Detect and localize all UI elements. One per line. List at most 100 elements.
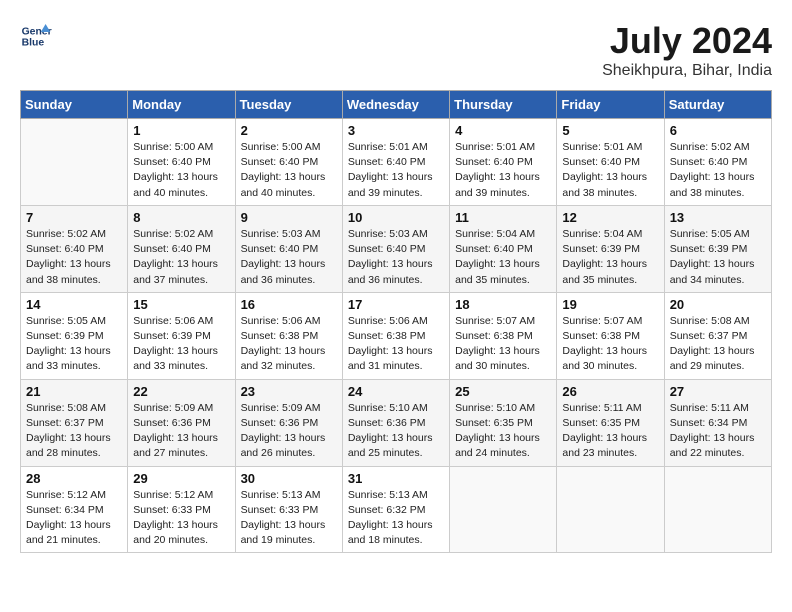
day-cell: 30 Sunrise: 5:13 AMSunset: 6:33 PMDayligh… <box>235 466 342 553</box>
day-cell: 5Sunrise: 5:01 AMSunset: 6:40 PMDaylight… <box>557 119 664 206</box>
day-number: 22 <box>133 384 229 399</box>
cell-details: Sunrise: 5:02 AMSunset: 6:40 PMDaylight:… <box>26 227 122 288</box>
day-number: 27 <box>670 384 766 399</box>
day-number: 17 <box>348 297 444 312</box>
col-header-saturday: Saturday <box>664 91 771 119</box>
day-cell: 2 Sunrise: 5:00 AMSunset: 6:40 PMDaylight… <box>235 119 342 206</box>
day-number: 1 <box>133 123 229 138</box>
day-cell: 11 Sunrise: 5:04 AMSunset: 6:40 PMDayligh… <box>450 205 557 292</box>
day-number: 8 <box>133 210 229 225</box>
day-cell <box>664 466 771 553</box>
cell-details: Sunrise: 5:05 AMSunset: 6:39 PMDaylight:… <box>26 314 122 375</box>
svg-text:Blue: Blue <box>22 38 45 49</box>
cell-details: Sunrise: 5:08 AMSunset: 6:37 PMDaylight:… <box>26 401 122 462</box>
day-cell: 24Sunrise: 5:10 AMSunset: 6:36 PMDayligh… <box>342 379 449 466</box>
day-cell: 27 Sunrise: 5:11 AMSunset: 6:34 PMDayligh… <box>664 379 771 466</box>
logo: General Blue <box>20 20 52 52</box>
cell-details: Sunrise: 5:13 AMSunset: 6:32 PMDaylight:… <box>348 488 444 549</box>
cell-details: Sunrise: 5:01 AMSunset: 6:40 PMDaylight:… <box>562 140 658 201</box>
cell-details: Sunrise: 5:03 AMSunset: 6:40 PMDaylight:… <box>241 227 337 288</box>
day-cell: 13 Sunrise: 5:05 AMSunset: 6:39 PMDayligh… <box>664 205 771 292</box>
day-number: 23 <box>241 384 337 399</box>
day-cell: 19 Sunrise: 5:07 AMSunset: 6:38 PMDayligh… <box>557 292 664 379</box>
cell-details: Sunrise: 5:07 AMSunset: 6:38 PMDaylight:… <box>562 314 658 375</box>
day-cell: 1 Sunrise: 5:00 AMSunset: 6:40 PMDaylight… <box>128 119 235 206</box>
day-cell <box>21 119 128 206</box>
col-header-wednesday: Wednesday <box>342 91 449 119</box>
day-number: 15 <box>133 297 229 312</box>
day-number: 7 <box>26 210 122 225</box>
day-number: 6 <box>670 123 766 138</box>
day-number: 11 <box>455 210 551 225</box>
col-header-thursday: Thursday <box>450 91 557 119</box>
day-cell: 18 Sunrise: 5:07 AMSunset: 6:38 PMDayligh… <box>450 292 557 379</box>
cell-details: Sunrise: 5:00 AMSunset: 6:40 PMDaylight:… <box>241 140 337 201</box>
cell-details: Sunrise: 5:02 AMSunset: 6:40 PMDaylight:… <box>670 140 766 201</box>
cell-details: Sunrise: 5:08 AMSunset: 6:37 PMDaylight:… <box>670 314 766 375</box>
day-number: 26 <box>562 384 658 399</box>
day-cell: 22 Sunrise: 5:09 AMSunset: 6:36 PMDayligh… <box>128 379 235 466</box>
header-row: SundayMondayTuesdayWednesdayThursdayFrid… <box>21 91 772 119</box>
day-cell: 12 Sunrise: 5:04 AMSunset: 6:39 PMDayligh… <box>557 205 664 292</box>
day-cell: 28Sunrise: 5:12 AMSunset: 6:34 PMDayligh… <box>21 466 128 553</box>
day-cell: 20 Sunrise: 5:08 AMSunset: 6:37 PMDayligh… <box>664 292 771 379</box>
day-number: 30 <box>241 471 337 486</box>
day-number: 24 <box>348 384 444 399</box>
cell-details: Sunrise: 5:03 AMSunset: 6:40 PMDaylight:… <box>348 227 444 288</box>
week-row-2: 7 Sunrise: 5:02 AMSunset: 6:40 PMDaylight… <box>21 205 772 292</box>
cell-details: Sunrise: 5:06 AMSunset: 6:38 PMDaylight:… <box>348 314 444 375</box>
cell-details: Sunrise: 5:11 AMSunset: 6:35 PMDaylight:… <box>562 401 658 462</box>
day-cell: 25Sunrise: 5:10 AMSunset: 6:35 PMDayligh… <box>450 379 557 466</box>
cell-details: Sunrise: 5:04 AMSunset: 6:39 PMDaylight:… <box>562 227 658 288</box>
day-number: 21 <box>26 384 122 399</box>
day-number: 10 <box>348 210 444 225</box>
month-title: July 2024 <box>602 20 772 62</box>
day-number: 13 <box>670 210 766 225</box>
day-number: 16 <box>241 297 337 312</box>
day-cell: 7 Sunrise: 5:02 AMSunset: 6:40 PMDaylight… <box>21 205 128 292</box>
day-cell: 23Sunrise: 5:09 AMSunset: 6:36 PMDayligh… <box>235 379 342 466</box>
day-cell: 16 Sunrise: 5:06 AMSunset: 6:38 PMDayligh… <box>235 292 342 379</box>
day-number: 18 <box>455 297 551 312</box>
week-row-3: 14Sunrise: 5:05 AMSunset: 6:39 PMDayligh… <box>21 292 772 379</box>
logo-icon: General Blue <box>20 20 52 52</box>
cell-details: Sunrise: 5:05 AMSunset: 6:39 PMDaylight:… <box>670 227 766 288</box>
day-number: 12 <box>562 210 658 225</box>
cell-details: Sunrise: 5:13 AMSunset: 6:33 PMDaylight:… <box>241 488 337 549</box>
day-cell: 4Sunrise: 5:01 AMSunset: 6:40 PMDaylight… <box>450 119 557 206</box>
day-number: 4 <box>455 123 551 138</box>
day-cell: 26 Sunrise: 5:11 AMSunset: 6:35 PMDayligh… <box>557 379 664 466</box>
day-cell <box>450 466 557 553</box>
cell-details: Sunrise: 5:09 AMSunset: 6:36 PMDaylight:… <box>133 401 229 462</box>
cell-details: Sunrise: 5:10 AMSunset: 6:35 PMDaylight:… <box>455 401 551 462</box>
day-number: 28 <box>26 471 122 486</box>
cell-details: Sunrise: 5:06 AMSunset: 6:39 PMDaylight:… <box>133 314 229 375</box>
day-cell <box>557 466 664 553</box>
week-row-1: 1 Sunrise: 5:00 AMSunset: 6:40 PMDaylight… <box>21 119 772 206</box>
week-row-4: 21 Sunrise: 5:08 AMSunset: 6:37 PMDayligh… <box>21 379 772 466</box>
day-cell: 14Sunrise: 5:05 AMSunset: 6:39 PMDayligh… <box>21 292 128 379</box>
calendar-table: SundayMondayTuesdayWednesdayThursdayFrid… <box>20 90 772 553</box>
cell-details: Sunrise: 5:07 AMSunset: 6:38 PMDaylight:… <box>455 314 551 375</box>
day-number: 3 <box>348 123 444 138</box>
title-block: July 2024 Sheikhpura, Bihar, India <box>602 20 772 80</box>
cell-details: Sunrise: 5:06 AMSunset: 6:38 PMDaylight:… <box>241 314 337 375</box>
day-cell: 21 Sunrise: 5:08 AMSunset: 6:37 PMDayligh… <box>21 379 128 466</box>
day-cell: 29Sunrise: 5:12 AMSunset: 6:33 PMDayligh… <box>128 466 235 553</box>
day-number: 9 <box>241 210 337 225</box>
day-cell: 15 Sunrise: 5:06 AMSunset: 6:39 PMDayligh… <box>128 292 235 379</box>
day-number: 20 <box>670 297 766 312</box>
col-header-friday: Friday <box>557 91 664 119</box>
day-cell: 17 Sunrise: 5:06 AMSunset: 6:38 PMDayligh… <box>342 292 449 379</box>
cell-details: Sunrise: 5:04 AMSunset: 6:40 PMDaylight:… <box>455 227 551 288</box>
day-number: 19 <box>562 297 658 312</box>
day-cell: 10 Sunrise: 5:03 AMSunset: 6:40 PMDayligh… <box>342 205 449 292</box>
cell-details: Sunrise: 5:11 AMSunset: 6:34 PMDaylight:… <box>670 401 766 462</box>
day-number: 2 <box>241 123 337 138</box>
cell-details: Sunrise: 5:01 AMSunset: 6:40 PMDaylight:… <box>348 140 444 201</box>
day-cell: 6 Sunrise: 5:02 AMSunset: 6:40 PMDaylight… <box>664 119 771 206</box>
week-row-5: 28Sunrise: 5:12 AMSunset: 6:34 PMDayligh… <box>21 466 772 553</box>
cell-details: Sunrise: 5:00 AMSunset: 6:40 PMDaylight:… <box>133 140 229 201</box>
day-cell: 31Sunrise: 5:13 AMSunset: 6:32 PMDayligh… <box>342 466 449 553</box>
day-cell: 3 Sunrise: 5:01 AMSunset: 6:40 PMDaylight… <box>342 119 449 206</box>
